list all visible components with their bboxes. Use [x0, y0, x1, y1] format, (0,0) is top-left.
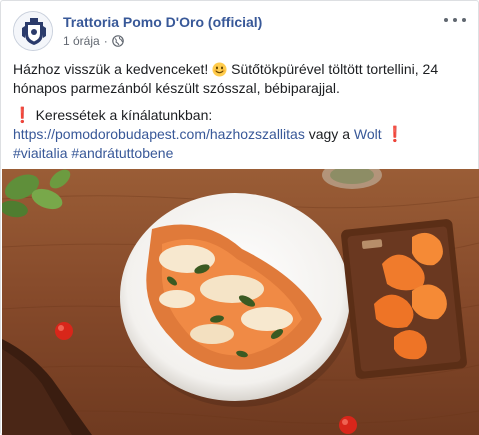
page-avatar[interactable] [13, 11, 53, 51]
post-photo[interactable] [2, 169, 479, 435]
more-options-icon[interactable] [444, 13, 466, 27]
post-line-intro: Házhoz visszük a kedvenceket! [13, 61, 209, 77]
wolt-link[interactable]: Wolt [354, 126, 382, 142]
post-header: Trattoria Pomo D'Oro (official) 1 órája … [13, 11, 468, 55]
facebook-post: Trattoria Pomo D'Oro (official) 1 órája … [0, 0, 479, 435]
post-text: Házhoz visszük a kedvenceket! Sütőtökpür… [13, 60, 468, 163]
post-paragraph-2: ❗ Keressétek a kínálatunkban: https://po… [13, 106, 468, 163]
exclamation-emoji-icon: ❗ [13, 107, 32, 124]
page-name-link[interactable]: Trattoria Pomo D'Oro (official) [63, 14, 262, 30]
post-paragraph-1: Házhoz visszük a kedvenceket! Sütőtökpür… [13, 60, 468, 98]
food-photo-illustration [2, 169, 479, 435]
delivery-url-link[interactable]: https://pomodorobudapest.com/hazhozszall… [13, 126, 305, 142]
exclamation-emoji-icon: ❗ [385, 126, 405, 143]
post-meta: 1 órája · [63, 34, 124, 48]
connector-text: vagy a [308, 126, 350, 142]
post-timestamp[interactable]: 1 órája [63, 34, 100, 48]
meta-separator: · [103, 34, 108, 48]
crest-logo [14, 12, 52, 50]
post-line-find: Keressétek a kínálatunkban: [35, 107, 213, 123]
hashtag-andratuttobene-link[interactable]: #andrátuttobene [71, 145, 173, 161]
globe-icon[interactable] [111, 35, 124, 47]
hashtag-viaitalia-link[interactable]: #viaitalia [13, 145, 67, 161]
smiling-face-emoji-icon [212, 62, 227, 77]
